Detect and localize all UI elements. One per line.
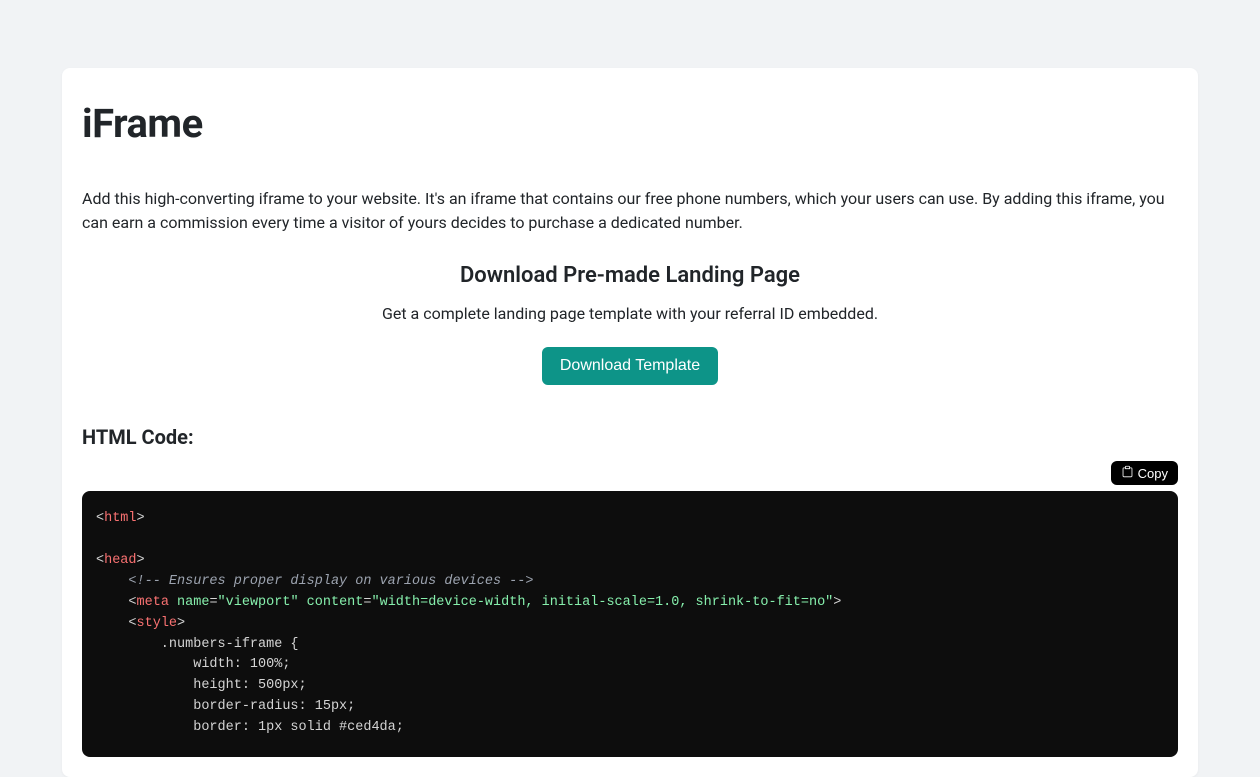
page-title: iFrame	[82, 100, 1178, 147]
download-section: Download Pre-made Landing Page Get a com…	[82, 263, 1178, 385]
copy-button-label: Copy	[1138, 466, 1168, 481]
code-block: <html> <head> <!-- Ensures proper displa…	[82, 491, 1178, 757]
download-heading: Download Pre-made Landing Page	[82, 263, 1178, 288]
download-description: Get a complete landing page template wit…	[82, 304, 1178, 323]
download-template-button[interactable]: Download Template	[542, 347, 718, 385]
html-code-label: HTML Code:	[82, 425, 1178, 449]
copy-button[interactable]: Copy	[1111, 461, 1178, 485]
clipboard-icon	[1121, 465, 1134, 481]
intro-text: Add this high-converting iframe to your …	[82, 187, 1178, 235]
iframe-card: iFrame Add this high-converting iframe t…	[62, 68, 1198, 777]
